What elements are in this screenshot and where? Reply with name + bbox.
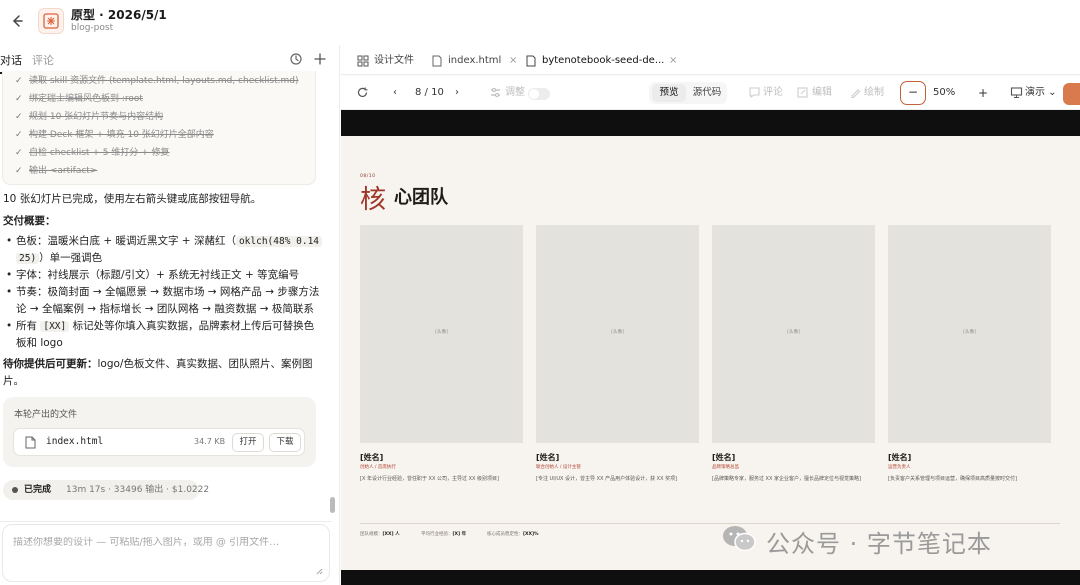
new-chat-plus-icon[interactable] xyxy=(313,52,327,66)
task-checklist: ✓ 读取 skill 资源文件 (template.html, layouts.m… xyxy=(2,71,316,185)
chat-panel: 对话 评论 ✓ 读取 skill 资源文件 (template.html, lay… xyxy=(0,45,340,585)
prompt-input[interactable] xyxy=(13,537,313,548)
preview-tab[interactable]: 预览 xyxy=(652,84,686,102)
team-photo-placeholder: [头像] xyxy=(888,225,1051,443)
pending-note: 待你提供后可更新：logo/色板文件、真实数据、团队照片、案例图 xyxy=(3,358,313,370)
status-meta: 13m 17s · 33496 输出 · $1.0222 xyxy=(66,485,210,495)
source-tab[interactable]: 源代码 xyxy=(689,84,725,102)
member-role: 品牌策略总监 xyxy=(712,465,739,470)
team-photo-placeholder: [头像] xyxy=(536,225,699,443)
assistant-message-intro: 10 张幻灯片已完成，使用左右箭头键或底部按钮导航。 xyxy=(3,193,262,205)
project-logo-icon xyxy=(38,8,64,34)
edit-icon[interactable] xyxy=(796,86,809,99)
summary-title: 交付概要： xyxy=(3,215,56,227)
refresh-icon[interactable] xyxy=(356,86,369,99)
output-files-card: 本轮产出的文件 index.html 34.7 KB 打开 下载 xyxy=(3,397,316,467)
grid-icon xyxy=(357,55,369,67)
file-tabs: 设计文件 index.html × bytenotebook-seed-de..… xyxy=(341,45,1080,75)
slide-title-accent: 核 xyxy=(360,185,387,215)
download-file-button[interactable]: 下载 xyxy=(269,433,301,452)
status-dot-icon xyxy=(12,487,18,493)
monitor-icon xyxy=(1010,86,1023,99)
open-file-button[interactable]: 打开 xyxy=(232,433,264,452)
adjust-label[interactable]: 调整 xyxy=(505,76,525,110)
slide-title: 心团队 xyxy=(394,187,448,208)
page-indicator: 8 / 10 xyxy=(415,87,444,98)
checklist-item: ✓ 输出 <artifact> xyxy=(15,166,98,176)
project-subtitle: blog-post xyxy=(71,23,114,33)
view-mode-switch: 预览 源代码 xyxy=(649,82,727,104)
tab-chat[interactable]: 对话 xyxy=(0,52,22,68)
checklist-item: ✓ 规划 10 张幻灯片节奏与内容结构 xyxy=(15,112,164,122)
tab-design-files[interactable]: 设计文件 xyxy=(357,51,429,71)
member-role: 创始人 / 首席执行 xyxy=(360,465,396,470)
file-icon xyxy=(525,55,537,67)
tab-comments[interactable]: 评论 xyxy=(32,52,54,68)
member-name: [姓名] xyxy=(536,453,560,462)
composer xyxy=(0,521,332,585)
file-name: index.html xyxy=(46,436,104,447)
checklist-item: ✓ 读取 skill 资源文件 (template.html, layouts.m… xyxy=(15,76,299,86)
checklist-item: ✓ 构建 Deck 框架 + 填充 10 张幻灯片全部内容 xyxy=(15,130,214,140)
member-name: [姓名] xyxy=(888,453,912,462)
chat-scrollbar[interactable] xyxy=(330,75,336,521)
resize-grip-icon[interactable] xyxy=(315,567,323,575)
member-desc: [品牌策略专家，服务过 XX 家企业客户，擅长品牌定位与视觉策略] xyxy=(712,476,861,482)
pending-note-line2: 片。 xyxy=(3,375,24,387)
back-arrow-icon[interactable] xyxy=(8,12,26,30)
wechat-icon xyxy=(722,525,756,553)
history-icon[interactable] xyxy=(289,52,303,66)
team-photo-placeholder: [头像] xyxy=(712,225,875,443)
chat-scrollbar-thumb[interactable] xyxy=(330,497,335,513)
status-badge: 已完成 13m 17s · 33496 输出 · $1.0222 xyxy=(3,480,209,500)
checklist-item: ✓ 绑定瑞士编辑风色板到 :root xyxy=(15,94,143,104)
member-desc: [X 年设计行业经验，曾任职于 XX 公司，主导过 XX 级别项目] xyxy=(360,476,499,482)
app-header: 原型 · 2026/5/1 blog-post xyxy=(0,0,1080,45)
tab-seed-deck[interactable]: bytenotebook-seed-de... × xyxy=(525,51,685,71)
edit-button[interactable]: 编辑 xyxy=(812,76,832,110)
footer-stat: 平均行业经验：[X] 年 xyxy=(421,532,467,537)
zoom-out-button[interactable]: − xyxy=(900,81,926,105)
slide-canvas: 08/10 核 心团队 [头像] [头像] [头像] [头像] [姓名] 创始人… xyxy=(341,136,1080,570)
tab-index-html[interactable]: index.html × xyxy=(431,51,519,71)
member-role: 联合创始人 / 设计主管 xyxy=(536,465,581,470)
preview-toolbar: ‹ 8 / 10 › 调整 预览 源代码 评论 编辑 绘制 − 50% + 演示… xyxy=(341,76,1080,110)
canvas-panel: 设计文件 index.html × bytenotebook-seed-de..… xyxy=(341,45,1080,585)
next-slide-button[interactable]: › xyxy=(455,76,459,110)
output-files-title: 本轮产出的文件 xyxy=(14,410,78,420)
member-desc: [专注 UI/UX 设计，曾主导 XX 产品用户体验设计，获 XX 奖项] xyxy=(536,476,678,482)
footer-stat: 团队规模：[XX] 人 xyxy=(360,532,400,537)
watermark-text: 公众号 · 字节笔记本 xyxy=(766,530,992,558)
member-name: [姓名] xyxy=(360,453,384,462)
member-desc: [负责客户关系管理与项目运营，确保项目高质量按时交付] xyxy=(888,476,1017,482)
comment-icon[interactable] xyxy=(748,86,761,99)
checklist-item: ✓ 自检 checklist + 5 维打分 + 修复 xyxy=(15,148,170,158)
slide-letterbox-top xyxy=(341,110,1080,136)
file-size: 34.7 KB xyxy=(194,437,226,446)
project-title: 原型 · 2026/5/1 xyxy=(71,8,167,22)
adjust-toggle[interactable] xyxy=(528,88,550,100)
comment-button[interactable]: 评论 xyxy=(763,76,783,110)
team-photo-placeholder: [头像] xyxy=(360,225,523,443)
zoom-in-button[interactable]: + xyxy=(978,76,988,110)
prev-slide-button[interactable]: ‹ xyxy=(393,76,397,110)
member-role: 运营负责人 xyxy=(888,465,911,470)
member-name: [姓名] xyxy=(712,453,736,462)
footer-stat: 核心成员稳定性：[XX]% xyxy=(487,532,539,537)
file-icon xyxy=(24,436,36,449)
composer-box xyxy=(2,524,330,582)
status-label: 已完成 xyxy=(24,485,52,495)
file-row: index.html 34.7 KB 打开 下载 xyxy=(13,428,305,456)
draw-pen-icon[interactable] xyxy=(849,86,862,99)
slide-letterbox-bottom xyxy=(341,570,1080,585)
draw-button[interactable]: 绘制 xyxy=(864,76,884,110)
close-tab-icon[interactable]: × xyxy=(509,51,517,71)
present-mode-select[interactable]: 演示 ⌄ xyxy=(1025,76,1057,110)
adjust-icon[interactable] xyxy=(489,86,502,99)
zoom-level: 50% xyxy=(933,87,956,98)
share-button[interactable] xyxy=(1063,83,1080,105)
close-tab-icon[interactable]: × xyxy=(669,51,677,71)
file-icon xyxy=(431,55,443,67)
